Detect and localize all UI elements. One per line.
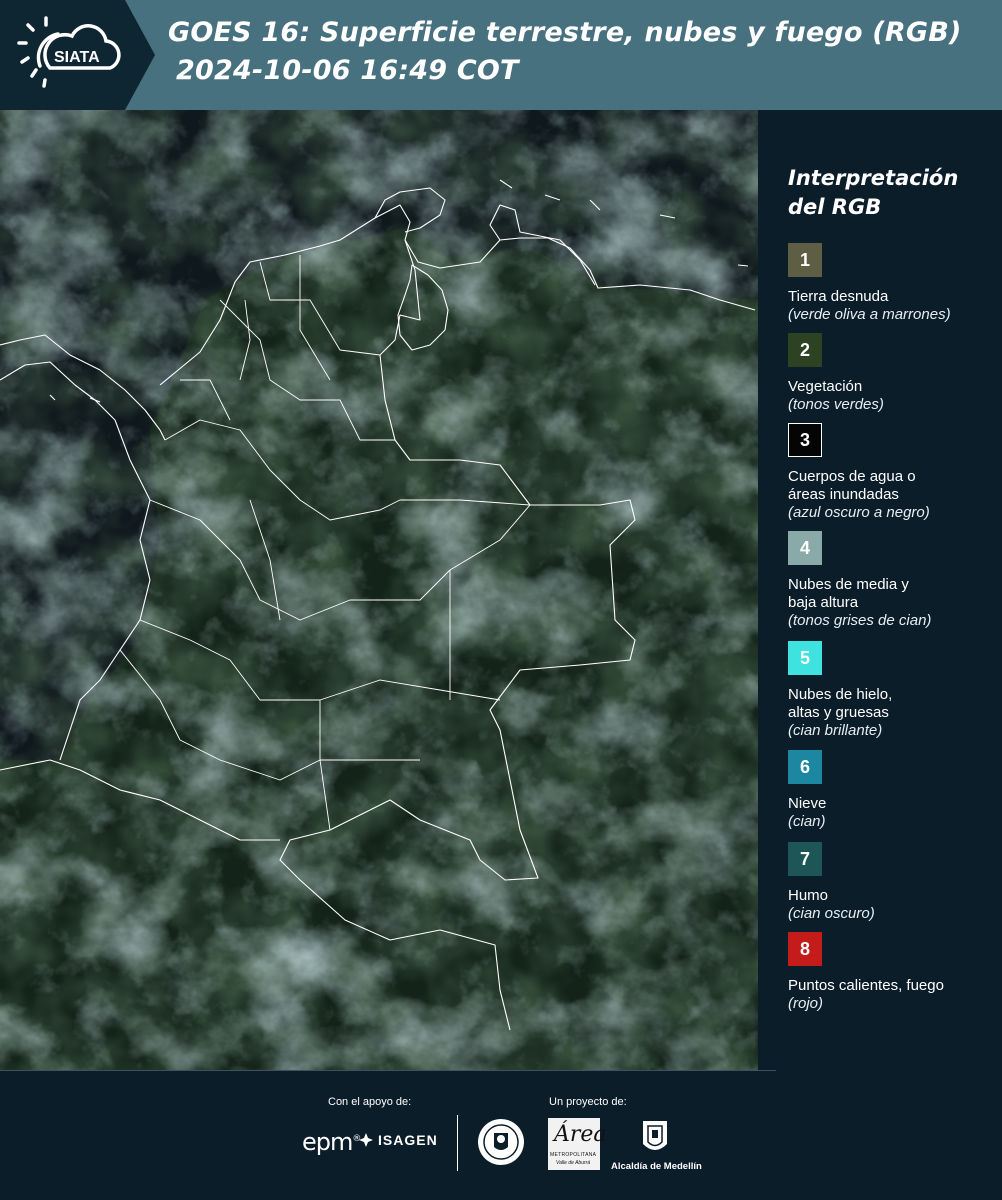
legend-label: Vegetación	[788, 378, 863, 395]
legend-note: (cian brillante)	[788, 722, 883, 739]
legend-swatch: 4	[788, 531, 822, 565]
legend-note: (tonos verdes)	[788, 396, 884, 413]
legend-label: Puntos calientes, fuego	[788, 977, 944, 994]
alcaldia-label: Alcaldía de Medellín	[611, 1161, 702, 1172]
legend-swatch: 7	[788, 842, 822, 876]
legend-panel: Interpretación del RGB 1 Tierra desnuda …	[760, 110, 1002, 1070]
legend-label: Nieve	[788, 795, 827, 812]
legend-note: (rojo)	[788, 995, 824, 1012]
legend-note: (cian oscuro)	[788, 905, 875, 922]
area-logo-script: Área	[554, 1122, 607, 1147]
legend-label: Tierra desnuda	[788, 288, 889, 305]
legend-swatch: 6	[788, 750, 822, 784]
support-label: Con el apoyo de:	[328, 1096, 412, 1108]
legend-title-line-1: Interpretación	[788, 166, 959, 190]
legend-swatch: 1	[788, 243, 822, 277]
legend-label-line-2: áreas inundadas	[788, 486, 899, 503]
title-line-1: GOES 16: Superficie terrestre, nubes y f…	[168, 17, 962, 48]
title-timestamp: 2024-10-06 16:49 COT	[176, 55, 519, 86]
legend-label: Humo	[788, 887, 829, 904]
legend-note: (tonos grises de cian)	[788, 612, 932, 629]
legend-note: (azul oscuro a negro)	[788, 504, 930, 521]
legend-title-line-2: del RGB	[788, 195, 882, 219]
legend-item-snow: 6 Nieve (cian)	[788, 750, 998, 831]
area-logo-line-2: METROPOLITANA	[550, 1152, 597, 1158]
legend-item-hotspots: 8 Puntos calientes, fuego (rojo)	[788, 932, 998, 1013]
legend-note: (verde oliva a marrones)	[788, 306, 951, 323]
legend-label: Nubes de media y baja altura	[788, 576, 998, 612]
siata-sun-cloud-icon: SIATA	[17, 16, 121, 88]
footer-vertical-divider	[457, 1115, 458, 1171]
government-seal-icon	[478, 1119, 524, 1165]
legend-label-line-1: Nubes de media y	[788, 576, 909, 593]
footer-divider-line	[0, 1070, 776, 1071]
legend-swatch: 3	[788, 423, 822, 457]
legend-swatch: 5	[788, 641, 822, 675]
legend-item-bare-soil: 1 Tierra desnuda (verde oliva a marrones…	[788, 243, 998, 324]
legend-note: (cian)	[788, 813, 826, 830]
project-label: Un proyecto de:	[549, 1096, 627, 1108]
isagen-logo: ISAGEN	[358, 1132, 438, 1148]
isagen-logo-text: ISAGEN	[378, 1132, 438, 1148]
legend-label-line-1: Nubes de hielo,	[788, 686, 893, 703]
satellite-image	[0, 110, 758, 1070]
legend-item-mid-low-clouds: 4 Nubes de media y baja altura (tonos gr…	[788, 531, 998, 630]
isagen-mark-icon	[359, 1133, 373, 1147]
legend-item-water: 3 Cuerpos de agua o áreas inundadas (azu…	[788, 423, 998, 522]
area-logo-line-3: Valle de Aburrá	[556, 1160, 591, 1166]
epm-logo-text: epm	[302, 1128, 353, 1156]
footer: Con el apoyo de: Un proyecto de: epm® IS…	[0, 1070, 1002, 1200]
legend-label-line-1: Cuerpos de agua o	[788, 468, 916, 485]
area-metropolitana-logo: Área METROPOLITANA Valle de Aburrá	[548, 1118, 607, 1170]
legend-item-smoke: 7 Humo (cian oscuro)	[788, 842, 998, 923]
legend-label: Cuerpos de agua o áreas inundadas	[788, 468, 998, 504]
logo-text: SIATA	[54, 49, 100, 66]
siata-logo: SIATA	[0, 0, 155, 110]
legend-swatch: 2	[788, 333, 822, 367]
legend-item-vegetation: 2 Vegetación (tonos verdes)	[788, 333, 998, 414]
page-title: GOES 16: Superficie terrestre, nubes y f…	[168, 14, 998, 90]
legend-swatch: 8	[788, 932, 822, 966]
header-bar: SIATA GOES 16: Superficie terrestre, nub…	[0, 0, 1002, 110]
satellite-map	[0, 110, 758, 1070]
legend-label-line-2: baja altura	[788, 594, 859, 611]
legend-item-ice-clouds: 5 Nubes de hielo, altas y gruesas (cian …	[788, 641, 998, 740]
legend-label: Nubes de hielo, altas y gruesas	[788, 686, 998, 722]
alcaldia-shield-icon	[643, 1121, 667, 1150]
legend-title: Interpretación del RGB	[788, 164, 988, 222]
legend-label-line-2: altas y gruesas	[788, 704, 889, 721]
epm-logo: epm®	[302, 1128, 361, 1156]
